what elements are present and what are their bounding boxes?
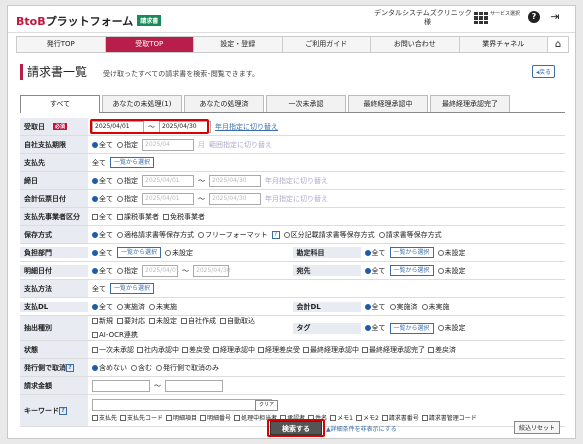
amount-to-input[interactable] <box>165 379 223 392</box>
service-select-label[interactable]: サービス選択 <box>490 11 520 17</box>
nav-settings[interactable]: 設定・登録 <box>194 37 283 52</box>
tab-my-pending[interactable]: あなたの未処理(1) <box>102 95 182 112</box>
nav-contact[interactable]: お問い合わせ <box>371 37 460 52</box>
row-pay-method: 支払方法 全て 一覧から選択 <box>20 280 565 298</box>
dept-select-button[interactable]: 一覧から選択 <box>117 247 162 258</box>
company-name: デンタルシステムズクリニック様 <box>374 9 472 26</box>
page-description: 受け取ったすべての請求書を検索･閲覧できます。 <box>103 70 260 78</box>
row-payment-deadline: 自社支払期限 全て 指定 2025/04 月 範囲指定に切り替え <box>20 136 565 154</box>
logout-icon[interactable]: ⇥ <box>549 11 561 23</box>
page-title: 請求書一覧 <box>20 64 87 80</box>
tag-select-button[interactable]: 一覧から選択 <box>389 322 434 334</box>
tab-all[interactable]: すべて <box>20 95 100 113</box>
nav-issue-top[interactable]: 発行TOP <box>17 37 106 52</box>
toggle-year-link[interactable]: 年月指定に切り替え <box>215 122 278 132</box>
help-icon[interactable]: ? <box>59 406 67 415</box>
required-badge: 必須 <box>53 123 68 130</box>
row-dept-account: 負担部門 全て 一覧から選択 未設定 勘定科目 全て 一覧から選択 未設定 <box>20 244 565 262</box>
account-select-button[interactable]: 一覧から選択 <box>389 247 434 258</box>
keyword-input[interactable] <box>92 399 272 411</box>
tab-my-done[interactable]: あなたの処理済 <box>184 95 264 112</box>
help-icon[interactable]: ? <box>528 11 540 23</box>
help-icon[interactable]: ? <box>66 363 74 372</box>
payment-ym-input[interactable]: 2025/04 <box>142 138 194 151</box>
tabs: すべて あなたの未処理(1) あなたの処理済 一次未承認 最終経理承認中 最終経… <box>20 95 565 113</box>
logo[interactable]: BtoBプラットフォーム 請求書 <box>16 13 162 29</box>
payee-select-button[interactable]: 一覧から選択 <box>110 157 155 168</box>
clear-button[interactable]: クリア <box>255 399 279 411</box>
pay-method-select-button[interactable]: 一覧から選択 <box>110 283 155 294</box>
row-cancel: 発行側で取消? 含めない 含む 発行側で取消のみ <box>20 359 565 377</box>
row-amount: 請求金額 ～ <box>20 377 565 395</box>
row-storage: 保存方式 全て 適格請求書等保存方式 フリーフォーマット ? 区分記載請求書等保… <box>20 226 565 244</box>
dest-select-button[interactable]: 一覧から選択 <box>389 265 434 276</box>
row-payee: 支払先 全て 一覧から選択 <box>20 154 565 172</box>
home-icon[interactable]: ⌂ <box>548 37 568 52</box>
row-detail-dest: 明細日付 全て 指定 2025/04/01 ～ 2025/04/30 宛先 全て 一覧から… <box>20 262 565 280</box>
row-deadline: 締日 全て 指定 2025/04/01 ～ 2025/04/30 年月指定に切り替え <box>20 172 565 190</box>
search-form: 受取日 必須 2025/04/01 ～ 2025/04/30 年月指定に切り替え 自社… <box>20 118 565 427</box>
row-dl: 支払DL 全て 実施済 未実施 会計DL 全て 実施済 未実施 <box>20 298 565 316</box>
amount-from-input[interactable] <box>92 379 150 392</box>
grid-icon[interactable] <box>474 12 488 24</box>
nav-receive-top[interactable]: 受取TOP <box>105 37 194 52</box>
tab-final-done[interactable]: 最終経理承認完了 <box>430 95 510 112</box>
date-highlight <box>90 119 209 134</box>
search-highlight <box>267 419 325 437</box>
toggle-range-link[interactable]: 範囲指定に切り替え <box>209 140 272 150</box>
app-window: BtoBプラットフォーム 請求書 デンタルシステムズクリニック様 サービス選択 ?… <box>7 5 576 439</box>
nav-guide[interactable]: ご利用ガイド <box>282 37 371 52</box>
global-nav: 発行TOP 受取TOP 設定・登録 ご利用ガイド お問い合わせ 業界チャネル ⌂ <box>16 36 569 53</box>
tab-unapproved[interactable]: 一次未承認 <box>266 95 346 112</box>
reset-button[interactable]: 絞込リセット <box>514 421 561 434</box>
form-footer: 検索する ▲詳細条件を非表示にする 絞込リセット <box>20 419 565 437</box>
back-button[interactable]: ◂戻る <box>532 65 556 78</box>
header: BtoBプラットフォーム 請求書 デンタルシステムズクリニック様 サービス選択 ?… <box>8 6 575 33</box>
hide-details-link[interactable]: ▲詳細条件を非表示にする <box>326 424 397 433</box>
row-extract-tag: 抽出種別 新規 要対応 未設定 自社作成 自動取込 AI-OCR連携 タグ 全て 一覧から選… <box>20 316 565 341</box>
help-icon[interactable]: ? <box>271 230 280 239</box>
row-status: 状態 一次未承認 社内承認中 差戻受 経理承認中 経理差戻受 最終経理承認中 最終経理承認完… <box>20 341 565 359</box>
row-slip-date: 会計伝票日付 全て 指定 2025/04/01 ～ 2025/04/30 年月指定に… <box>20 190 565 208</box>
nav-channel[interactable]: 業界チャネル <box>459 37 548 52</box>
tab-final-pending[interactable]: 最終経理承認中 <box>348 95 428 112</box>
row-biz-type: 支払先事業者区分 全て 課税事業者 免税事業者 <box>20 208 565 226</box>
